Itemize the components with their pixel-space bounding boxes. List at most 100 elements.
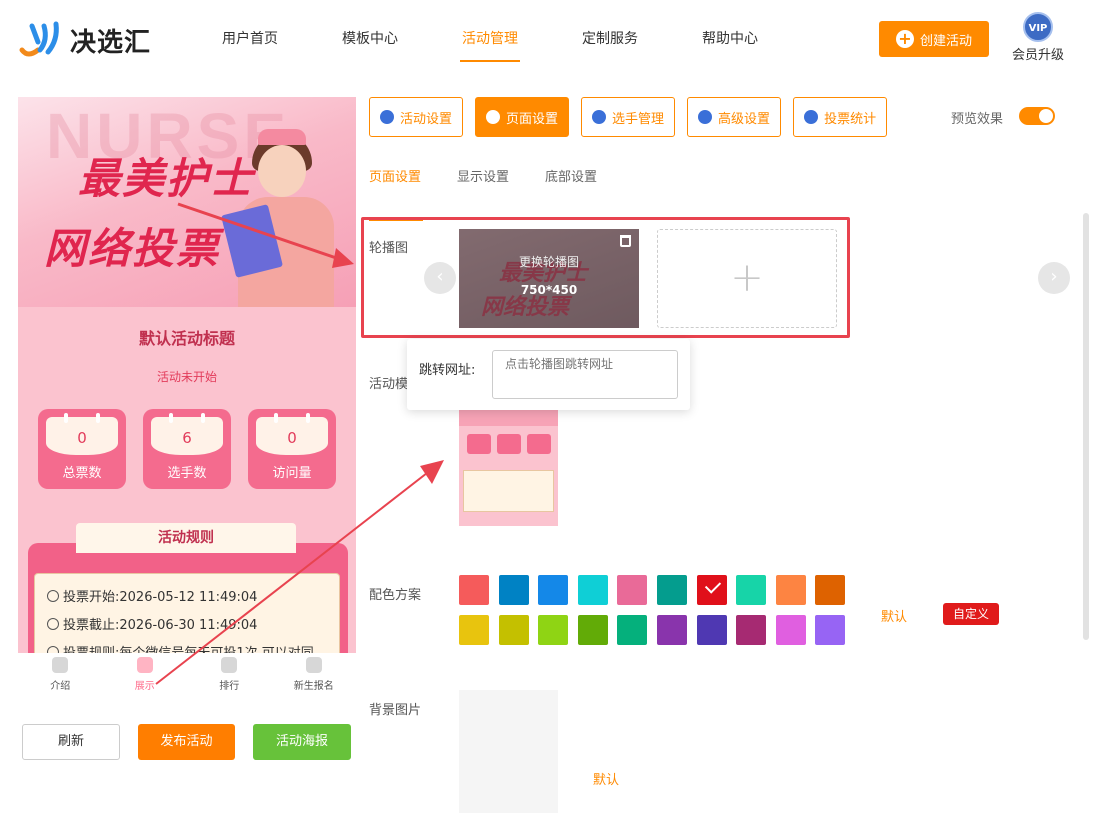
- refresh-button[interactable]: 刷新: [22, 724, 120, 760]
- background-default-button[interactable]: 默认: [593, 769, 619, 788]
- nurse-illustration: [220, 129, 338, 307]
- tab-advanced-settings[interactable]: 高级设置: [687, 97, 782, 137]
- color-swatch[interactable]: [617, 575, 648, 605]
- rules-title: 活动规则: [76, 523, 296, 553]
- change-carousel-label[interactable]: 更换轮播图: [459, 253, 639, 270]
- nav-home[interactable]: 用户首页: [190, 0, 310, 80]
- background-image-slot[interactable]: [459, 690, 558, 813]
- color-swatch[interactable]: [657, 615, 687, 645]
- star-icon: [380, 110, 394, 124]
- jump-url-popover: 跳转网址:: [407, 339, 690, 410]
- settings-scrollbar[interactable]: [1083, 213, 1089, 640]
- activity-status: 活动未开始: [156, 370, 217, 384]
- tab-page-settings[interactable]: 页面设置: [475, 97, 570, 137]
- tab-ranking[interactable]: 排行: [187, 653, 272, 697]
- tab-intro[interactable]: 介绍: [18, 653, 103, 697]
- person-icon: [52, 657, 69, 673]
- color-swatch[interactable]: [538, 615, 569, 645]
- rule-line: 投票截止:2026-06-30 11:49:04: [47, 612, 327, 640]
- tab-contestant-management[interactable]: 选手管理: [581, 97, 676, 137]
- template-label: 活动模: [369, 377, 409, 392]
- color-custom-button[interactable]: 自定义: [943, 603, 999, 625]
- clock-icon: [47, 618, 59, 630]
- main-nav: 用户首页 模板中心 活动管理 定制服务 帮助中心: [190, 0, 790, 80]
- create-activity-label: 创建活动: [919, 33, 972, 49]
- tab-activity-settings[interactable]: 活动设置: [369, 97, 464, 137]
- color-scheme-label: 配色方案: [369, 588, 422, 603]
- color-swatch[interactable]: [775, 615, 806, 645]
- color-swatch[interactable]: [538, 575, 569, 605]
- stat-contestants: 6 选手数: [143, 409, 231, 489]
- clock-icon: [47, 590, 59, 602]
- sliders-icon: [698, 110, 713, 124]
- jump-url-input[interactable]: [492, 350, 678, 399]
- nav-templates[interactable]: 模板中心: [310, 0, 430, 80]
- heart-pulse-icon: [221, 657, 238, 673]
- nav-custom-service[interactable]: 定制服务: [550, 0, 670, 80]
- color-swatch[interactable]: [815, 615, 846, 645]
- nav-activity-management[interactable]: 活动管理: [430, 0, 550, 80]
- gear-icon: [486, 110, 501, 124]
- users-icon: [592, 110, 607, 124]
- color-swatch[interactable]: [736, 615, 767, 645]
- banner-title-line2: 网络投票: [44, 224, 221, 273]
- signup-icon: [305, 657, 322, 673]
- color-swatch[interactable]: [617, 615, 648, 645]
- bar-chart-icon: [804, 110, 819, 124]
- stat-label: 选手数: [167, 466, 207, 481]
- settings-tabs: 活动设置 页面设置 选手管理 高级设置 投票统计: [369, 97, 899, 137]
- color-swatch[interactable]: [498, 615, 529, 645]
- color-swatch[interactable]: [498, 575, 529, 605]
- activity-title: 默认活动标题: [138, 329, 235, 348]
- carousel-prev-button[interactable]: ‹: [424, 262, 456, 294]
- template-thumbnail[interactable]: [459, 394, 558, 540]
- color-swatch[interactable]: [459, 615, 489, 645]
- color-swatch[interactable]: [815, 575, 846, 605]
- color-swatch[interactable]: [577, 575, 608, 605]
- stat-value: 6: [151, 413, 223, 455]
- tab-signup[interactable]: 新生报名: [272, 653, 357, 697]
- color-swatch[interactable]: [736, 575, 767, 605]
- tab-showcase[interactable]: 展示: [103, 653, 188, 697]
- preview-toggle[interactable]: [1019, 107, 1055, 125]
- stat-visits: 0 访问量: [248, 409, 336, 489]
- activity-poster-button[interactable]: 活动海报: [253, 724, 351, 760]
- color-swatch[interactable]: [775, 575, 806, 605]
- subtab-page-settings[interactable]: 页面设置: [369, 166, 424, 221]
- logo-text: 决选汇: [70, 27, 152, 58]
- color-swatch[interactable]: [459, 575, 489, 605]
- stat-label: 总票数: [62, 466, 102, 481]
- create-activity-button[interactable]: + 创建活动: [879, 21, 989, 57]
- preview-effect-label: 预览效果: [951, 112, 1004, 127]
- subtab-footer-settings[interactable]: 底部设置: [545, 166, 597, 199]
- settings-subtabs: 页面设置 显示设置 底部设置: [369, 166, 633, 221]
- stat-label: 访问量: [272, 466, 312, 481]
- annotation-arrowhead: [420, 460, 444, 484]
- showcase-icon: [136, 657, 153, 673]
- stat-value: 0: [256, 413, 328, 455]
- subtab-display-settings[interactable]: 显示设置: [457, 166, 509, 199]
- color-swatch[interactable]: [696, 575, 727, 605]
- publish-activity-button[interactable]: 发布活动: [138, 724, 235, 760]
- preview-banner: NURSE 最美护士 网络投票: [18, 97, 356, 307]
- color-swatch[interactable]: [657, 575, 687, 605]
- tab-vote-statistics[interactable]: 投票统计: [793, 97, 888, 137]
- phone-tabbar: 介绍 展示 排行 新生报名: [18, 653, 356, 697]
- vip-badge-icon: VIP: [1023, 12, 1053, 42]
- background-image-label: 背景图片: [369, 703, 422, 718]
- stat-value: 0: [46, 413, 118, 455]
- vip-upgrade-label: 会员升级: [1011, 48, 1064, 63]
- rule-line: 投票开始:2026-05-12 11:49:04: [47, 584, 327, 612]
- logo[interactable]: 决选汇: [18, 18, 168, 62]
- carousel-next-button[interactable]: ›: [1038, 262, 1070, 294]
- color-swatch[interactable]: [577, 615, 608, 645]
- color-swatch[interactable]: [696, 615, 727, 645]
- carousel-image[interactable]: 最美护士 网络投票 更换轮播图 750*450: [459, 229, 639, 328]
- add-carousel-button[interactable]: +: [657, 229, 837, 328]
- color-default-button[interactable]: 默认: [881, 606, 907, 625]
- vip-upgrade[interactable]: VIP 会员升级: [1008, 12, 1068, 63]
- trash-icon[interactable]: [620, 235, 631, 247]
- nav-help[interactable]: 帮助中心: [670, 0, 790, 80]
- phone-preview: NURSE 最美护士 网络投票 默认活动标题 活动未开始 0 总票数 6 选手数…: [18, 97, 356, 697]
- jump-url-label: 跳转网址:: [419, 363, 476, 378]
